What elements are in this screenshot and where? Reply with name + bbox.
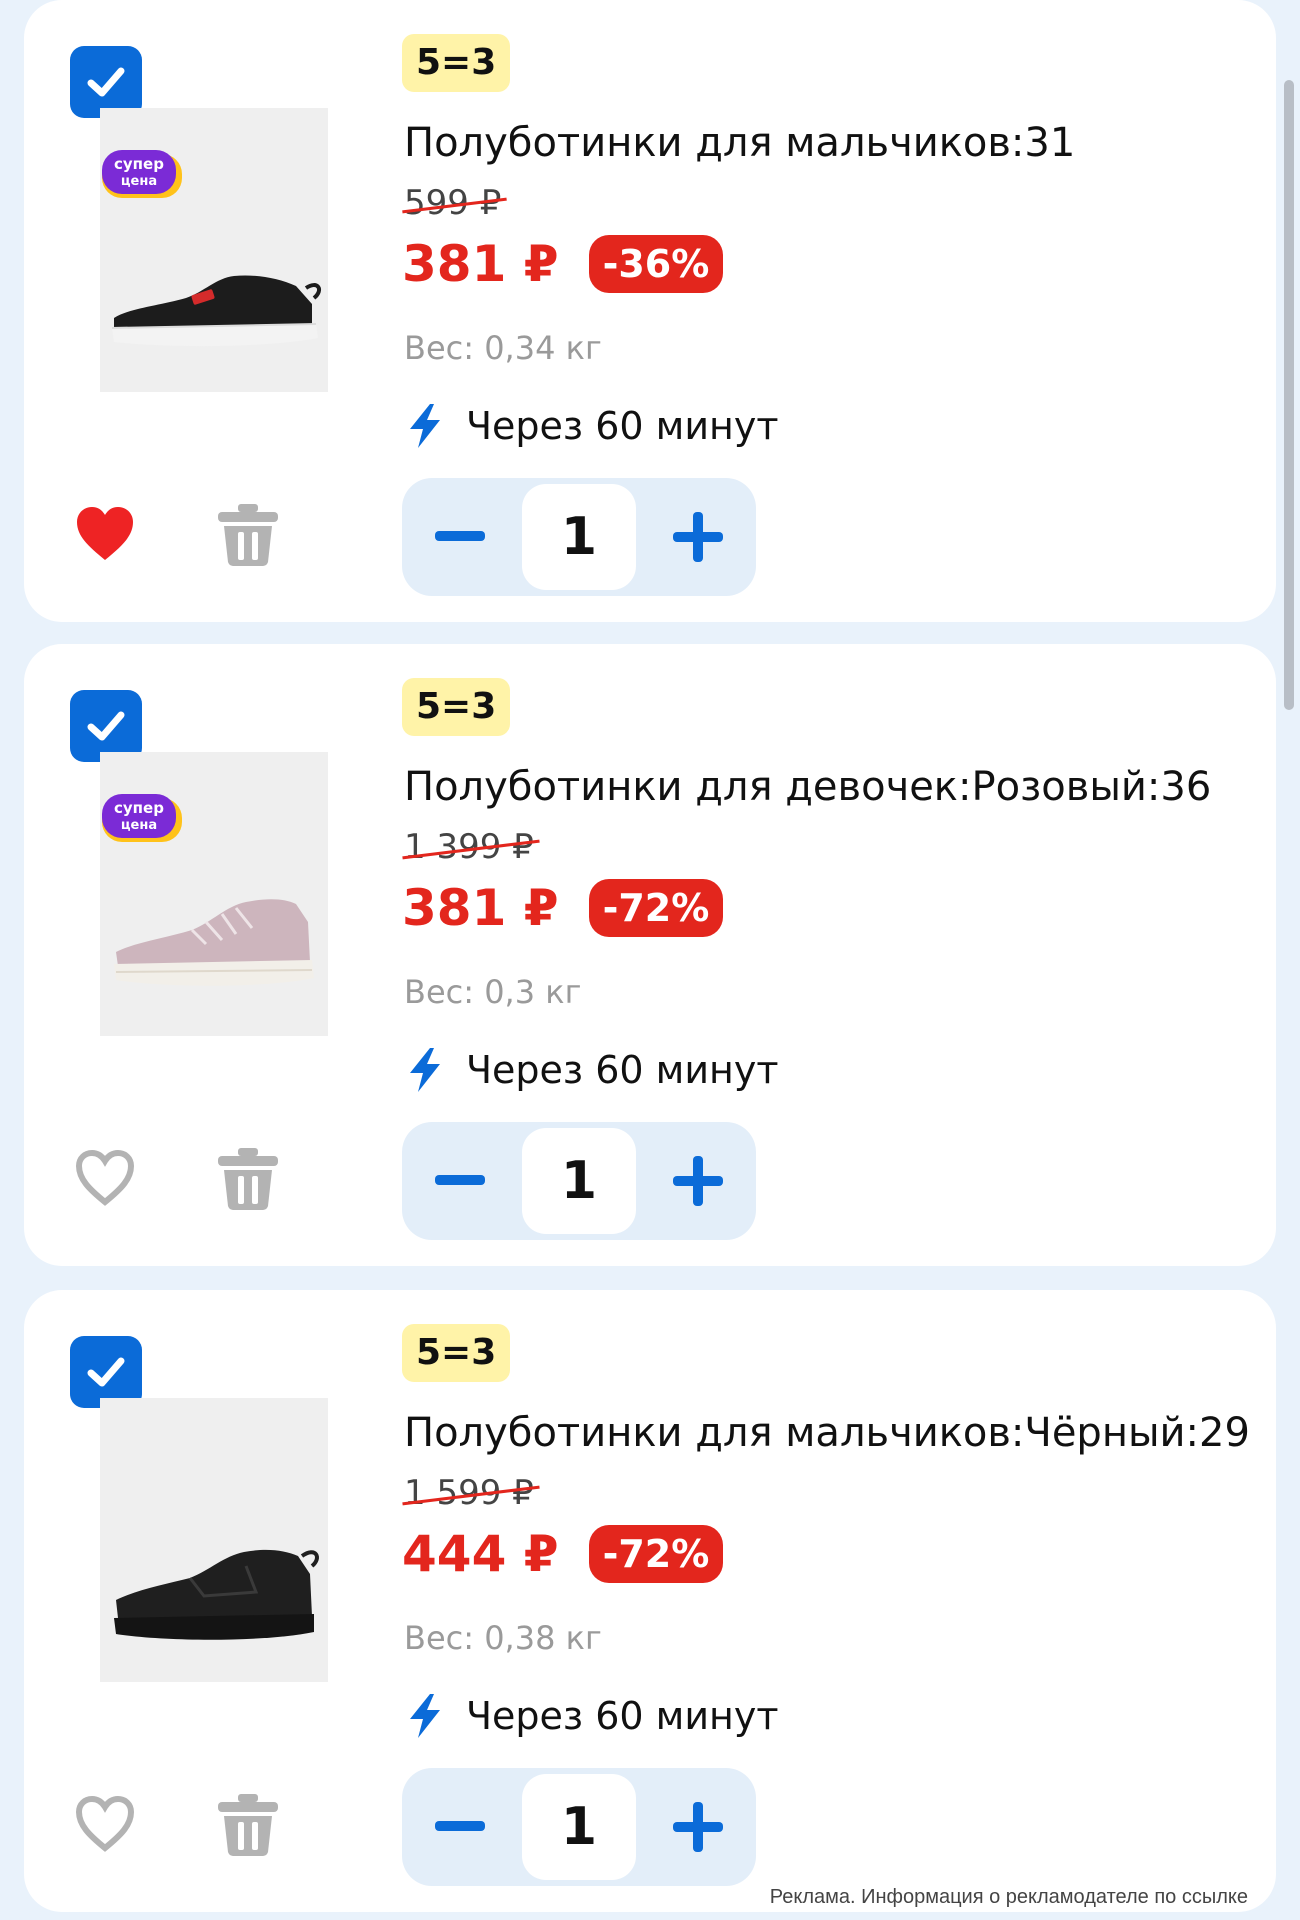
delivery-text: Через 60 минут — [466, 1048, 779, 1092]
delivery-text: Через 60 минут — [466, 1694, 779, 1738]
scrollbar[interactable] — [1284, 80, 1294, 710]
check-icon — [87, 711, 125, 741]
lightning-icon — [410, 1048, 440, 1092]
product-title[interactable]: Полуботинки для мальчиков:31 — [404, 116, 1244, 170]
decrease-button[interactable] — [402, 1768, 518, 1886]
shoe-image — [114, 1549, 319, 1640]
shoe-image — [114, 899, 314, 986]
decrease-button[interactable] — [402, 478, 518, 596]
increase-button[interactable] — [640, 1122, 756, 1240]
heart-outline-icon[interactable] — [74, 1794, 136, 1854]
trash-icon[interactable] — [216, 502, 280, 568]
product-title[interactable]: Полуботинки для мальчиков:Чёрный:29 — [404, 1406, 1250, 1460]
product-image[interactable]: супер цена — [100, 108, 328, 392]
promo-badge: 5=3 — [402, 34, 511, 92]
svg-text:цена: цена — [121, 818, 157, 833]
cart-item-card: супер цена 5=3 Полуботинки для мальчиков… — [24, 0, 1276, 622]
current-price: 444 ₽ — [402, 1525, 559, 1583]
plus-icon — [673, 1802, 723, 1852]
increase-button[interactable] — [640, 478, 756, 596]
cart-item-card: супер цена 5=3 Полуботинки для девочек:Р… — [24, 644, 1276, 1266]
svg-text:цена: цена — [121, 174, 157, 189]
quantity-stepper: 1 — [402, 1122, 756, 1240]
price-row: 444 ₽ -72% — [402, 1522, 724, 1586]
product-weight: Вес: 0,38 кг — [404, 1619, 602, 1657]
trash-icon[interactable] — [216, 1792, 280, 1858]
discount-badge: -36% — [588, 235, 724, 293]
old-price: 1 599 ₽ — [402, 1470, 540, 1516]
shoe-image — [111, 275, 322, 347]
check-icon — [87, 1357, 125, 1387]
heart-outline-icon[interactable] — [74, 1148, 136, 1208]
quantity-value[interactable]: 1 — [522, 1774, 636, 1880]
svg-text:супер: супер — [114, 799, 164, 817]
delivery-info: Через 60 минут — [404, 1688, 778, 1744]
minus-icon — [435, 531, 485, 541]
ad-disclaimer[interactable]: Реклама. Информация о рекламодателе по с… — [770, 1886, 1248, 1909]
plus-icon — [673, 1156, 723, 1206]
minus-icon — [435, 1821, 485, 1831]
product-title[interactable]: Полуботинки для девочек:Розовый:36 — [404, 760, 1244, 814]
increase-button[interactable] — [640, 1768, 756, 1886]
old-price-value: 1 599 ₽ — [404, 1473, 534, 1513]
lightning-icon — [410, 1694, 440, 1738]
current-price: 381 ₽ — [402, 235, 559, 293]
delivery-info: Через 60 минут — [404, 1042, 778, 1098]
promo-badge: 5=3 — [402, 1324, 511, 1382]
quantity-value[interactable]: 1 — [522, 484, 636, 590]
discount-badge: -72% — [588, 1525, 724, 1583]
check-icon — [87, 67, 125, 97]
price-row: 381 ₽ -36% — [402, 232, 724, 296]
product-image[interactable] — [100, 1398, 328, 1682]
delivery-info: Через 60 минут — [404, 398, 778, 454]
heart-icon[interactable] — [74, 504, 136, 564]
price-row: 381 ₽ -72% — [402, 876, 724, 940]
lightning-icon — [410, 404, 440, 448]
product-weight: Вес: 0,34 кг — [404, 329, 602, 367]
delivery-text: Через 60 минут — [466, 404, 779, 448]
decrease-button[interactable] — [402, 1122, 518, 1240]
discount-badge: -72% — [588, 879, 724, 937]
promo-badge: 5=3 — [402, 678, 511, 736]
super-price-badge: супер цена — [102, 794, 182, 842]
old-price: 1 399 ₽ — [402, 824, 540, 870]
old-price: 599 ₽ — [402, 180, 508, 226]
old-price-value: 1 399 ₽ — [404, 827, 534, 867]
svg-text:супер: супер — [114, 155, 164, 173]
current-price: 381 ₽ — [402, 879, 559, 937]
minus-icon — [435, 1175, 485, 1185]
product-weight: Вес: 0,3 кг — [404, 973, 582, 1011]
quantity-stepper: 1 — [402, 478, 756, 596]
cart-item-card: 5=3 Полуботинки для мальчиков:Чёрный:29 … — [24, 1290, 1276, 1912]
trash-icon[interactable] — [216, 1146, 280, 1212]
quantity-stepper: 1 — [402, 1768, 756, 1886]
super-price-badge: супер цена — [102, 150, 182, 198]
plus-icon — [673, 512, 723, 562]
product-image[interactable]: супер цена — [100, 752, 328, 1036]
quantity-value[interactable]: 1 — [522, 1128, 636, 1234]
